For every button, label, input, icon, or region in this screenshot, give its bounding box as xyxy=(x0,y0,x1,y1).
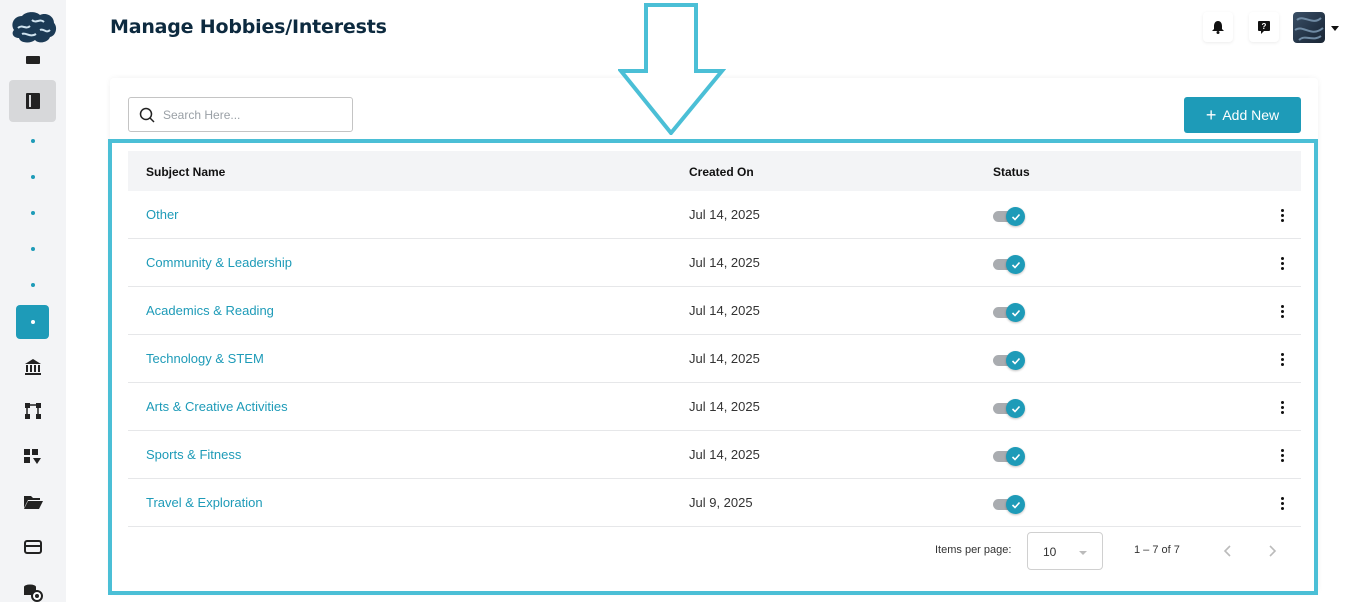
book-icon xyxy=(25,93,40,109)
sidebar xyxy=(0,0,66,602)
search-input[interactable] xyxy=(163,107,343,122)
sidebar-subitem-3[interactable] xyxy=(31,211,35,215)
brain-logo[interactable] xyxy=(8,10,58,46)
sidebar-item-book[interactable] xyxy=(9,80,56,122)
folder-open-icon[interactable] xyxy=(22,491,44,513)
arrow-down-icon xyxy=(618,3,726,135)
page-title: Manage Hobbies/Interests xyxy=(110,16,387,38)
bell-icon xyxy=(1212,21,1224,34)
sidebar-subitem-2[interactable] xyxy=(31,175,35,179)
sidebar-subitem-1[interactable] xyxy=(31,139,35,143)
add-new-label: Add New xyxy=(1222,107,1280,123)
chevron-down-icon[interactable] xyxy=(1331,26,1339,31)
help-icon: ? xyxy=(1258,21,1270,34)
sidebar-subitem-4[interactable] xyxy=(31,247,35,251)
plus-icon: + xyxy=(1205,105,1217,125)
search-icon xyxy=(139,107,155,123)
active-dot xyxy=(30,320,35,324)
card-icon[interactable] xyxy=(22,536,44,558)
avatar[interactable] xyxy=(1293,12,1325,43)
partial-icon[interactable] xyxy=(26,56,40,64)
svg-text:?: ? xyxy=(1262,22,1267,31)
search-box[interactable] xyxy=(128,97,353,132)
sidebar-subitem-active[interactable] xyxy=(16,305,49,339)
notifications-button[interactable] xyxy=(1203,12,1233,42)
help-button[interactable]: ? xyxy=(1249,12,1279,42)
table-highlight-box xyxy=(108,139,1318,595)
coins-icon[interactable] xyxy=(22,581,44,603)
sidebar-subitem-5[interactable] xyxy=(31,283,35,287)
grid-sort-icon[interactable] xyxy=(22,446,44,468)
flow-icon[interactable] xyxy=(22,400,44,422)
add-new-button[interactable]: + Add New xyxy=(1184,97,1301,133)
bank-icon[interactable] xyxy=(22,356,44,378)
avatar-image xyxy=(1294,17,1324,41)
